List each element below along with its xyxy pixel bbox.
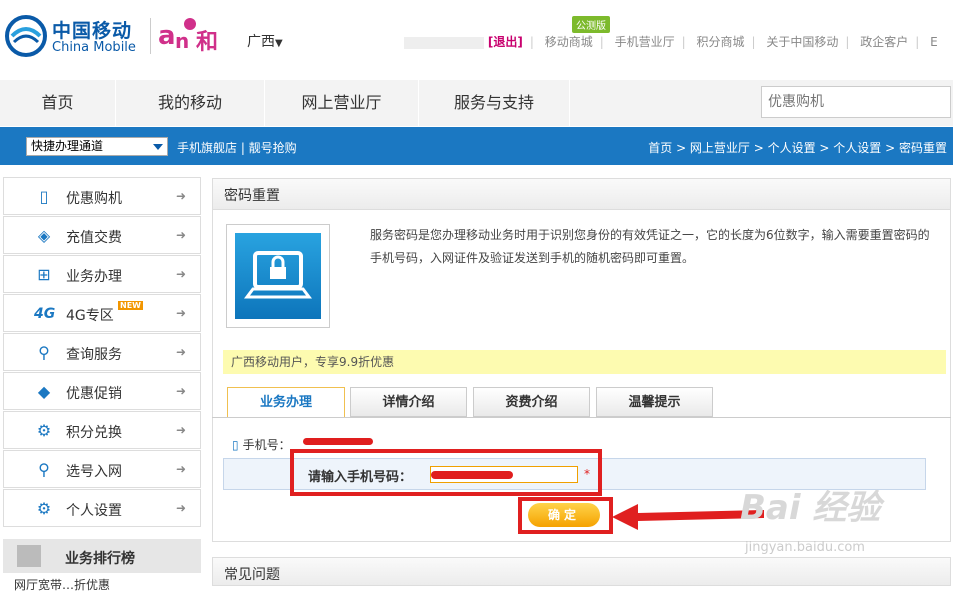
promo-banner[interactable]: 广西移动用户，专享9.9折优惠 [223,350,946,374]
sidebar-item-query[interactable]: ⚲ 查询服务 ➜ [3,333,201,371]
beta-badge: 公测版 [572,16,610,33]
sidebar-item-label: 积分兑换 [66,425,122,441]
sidebar-item-business[interactable]: ⊞ 业务办理 ➜ [3,255,201,293]
baidu-watermark: Bai 经验 [740,488,881,528]
phone-number-redacted [303,438,373,445]
tab-details[interactable]: 详情介绍 [350,387,467,417]
svg-text:a: a [158,21,176,51]
description-text: 服务密码是您办理移动业务时用于识别您身份的有效凭证之一，它的长度为6位数字，输入… [370,228,930,265]
org-icon: ⊞ [37,265,51,284]
reset-illustration [226,224,330,328]
sidebar-item-label: 充值交费 [66,230,122,246]
4g-icon: 4G [34,306,56,322]
toplink-more[interactable]: E [930,35,938,49]
nav-home[interactable]: 首页 [0,80,116,126]
ranking-icon [17,545,41,567]
toplink-about[interactable]: 关于中国移动 [766,35,838,49]
gear-icon: ⚙ [36,421,52,440]
sidebar-item-label: 个人设置 [66,503,122,519]
search-input[interactable] [761,86,951,118]
gear-icon: ⚙ [36,499,52,518]
search-person-icon: ⚲ [38,460,50,479]
region-label: 广西 [247,34,275,50]
tag-icon: ◆ [37,382,51,401]
user-name-redacted [404,36,484,49]
sidebar-item-4g[interactable]: 4G 4G专区 NEW ➜ [3,294,201,332]
ranking-title: 业务排行榜 [65,551,135,567]
china-mobile-logo[interactable]: 中国移动 China Mobile [4,14,154,58]
tab-pricing[interactable]: 资费介绍 [473,387,590,417]
tab-business[interactable]: 业务办理 [227,387,345,418]
phone-icon: ▯ [232,438,239,452]
logo-chinese-text: 中国移动 [52,20,133,42]
highlight-box-button [518,497,613,534]
sidebar-item-label: 优惠促销 [66,386,122,402]
arrow-right-icon: ➜ [175,423,186,437]
toplink-points-mall[interactable]: 积分商城 [696,35,744,49]
china-mobile-emblem-icon [5,15,47,57]
card-icon: ◈ [37,226,51,245]
arrow-right-icon: ➜ [175,228,186,242]
arrow-right-icon: ➜ [175,501,186,515]
quick-channel-value: 快捷办理通道 [31,139,104,153]
panel-header [212,178,951,210]
svg-text:n: n [175,29,189,53]
arrow-right-icon: ➜ [175,462,186,476]
sidebar-item-personal-settings[interactable]: ⚙ 个人设置 ➜ [3,489,201,527]
sidebar-item-promotion[interactable]: ◆ 优惠促销 ➜ [3,372,201,410]
new-badge: NEW [118,301,143,310]
arrow-right-icon: ➜ [175,267,186,281]
tab-tips[interactable]: 温馨提示 [596,387,713,417]
search-person-icon: ⚲ [38,343,50,362]
and-logo-icon: a n [158,18,196,53]
sidebar-item-points[interactable]: ⚙ 积分兑换 ➜ [3,411,201,449]
top-links: [退出] | 移动商城 | 手机营业厅 | 积分商城 | 关于中国移动 | 政企客户 | E [404,33,938,50]
highlight-box-form [290,449,602,496]
region-selector[interactable]: 广西▼ [247,31,283,51]
page-title: 密码重置 [224,188,280,204]
ranking-header: 业务排行榜 [3,539,201,573]
nav-my-mobile[interactable]: 我的移动 [116,80,265,126]
and-he-logo[interactable]: a n 和 [158,14,230,56]
caret-down-icon: ▼ [275,38,283,49]
sidebar-item-phone-deals[interactable]: ▯ 优惠购机 ➜ [3,177,201,215]
phone-icon: ▯ [39,187,49,206]
logo-divider [150,18,151,54]
sidebar-item-select-number[interactable]: ⚲ 选号入网 ➜ [3,450,201,488]
arrow-right-icon: ➜ [175,306,186,320]
phone-number-label: 手机号： [242,438,291,452]
sidebar-item-label: 选号入网 [66,464,122,480]
arrow-right-icon: ➜ [175,384,186,398]
faq-header [212,557,951,586]
sidebar-item-label: 优惠购机 [66,191,122,207]
quick-channel-select[interactable]: 快捷办理通道 [26,137,168,156]
sidebar-item-label: 4G专区 [66,308,114,324]
phone-number-row: ▯ 手机号： [232,436,291,453]
breadcrumb[interactable]: 首页 > 网上营业厅 > 个人设置 > 个人设置 > 密码重置 [648,139,947,156]
nav-service-support[interactable]: 服务与支持 [419,80,570,126]
dropdown-arrow-icon [153,144,163,150]
nav-online-hall[interactable]: 网上营业厅 [265,80,419,126]
toplink-mobile-hall[interactable]: 手机营业厅 [615,35,675,49]
faq-title: 常见问题 [224,567,280,583]
ranking-first-item[interactable]: 网厅宽带…折优惠 [14,576,110,593]
arrow-right-icon: ➜ [175,345,186,359]
tab-divider [212,417,951,418]
logout-link[interactable]: [退出] [488,35,523,49]
sidebar-item-label: 查询服务 [66,347,122,363]
he-logo-text: 和 [196,30,219,55]
toplink-enterprise[interactable]: 政企客户 [860,35,908,49]
laptop-lock-icon [244,251,312,299]
baidu-watermark-url: jingyan.baidu.com [745,540,865,555]
sidebar-item-recharge[interactable]: ◈ 充值交费 ➜ [3,216,201,254]
arrow-right-icon: ➜ [175,189,186,203]
bar-links[interactable]: 手机旗舰店 | 靓号抢购 [177,139,297,156]
sidebar-item-label: 业务办理 [66,269,122,285]
toplink-mall[interactable]: 移动商城 [545,35,593,49]
logo-english-text: China Mobile [52,40,136,55]
